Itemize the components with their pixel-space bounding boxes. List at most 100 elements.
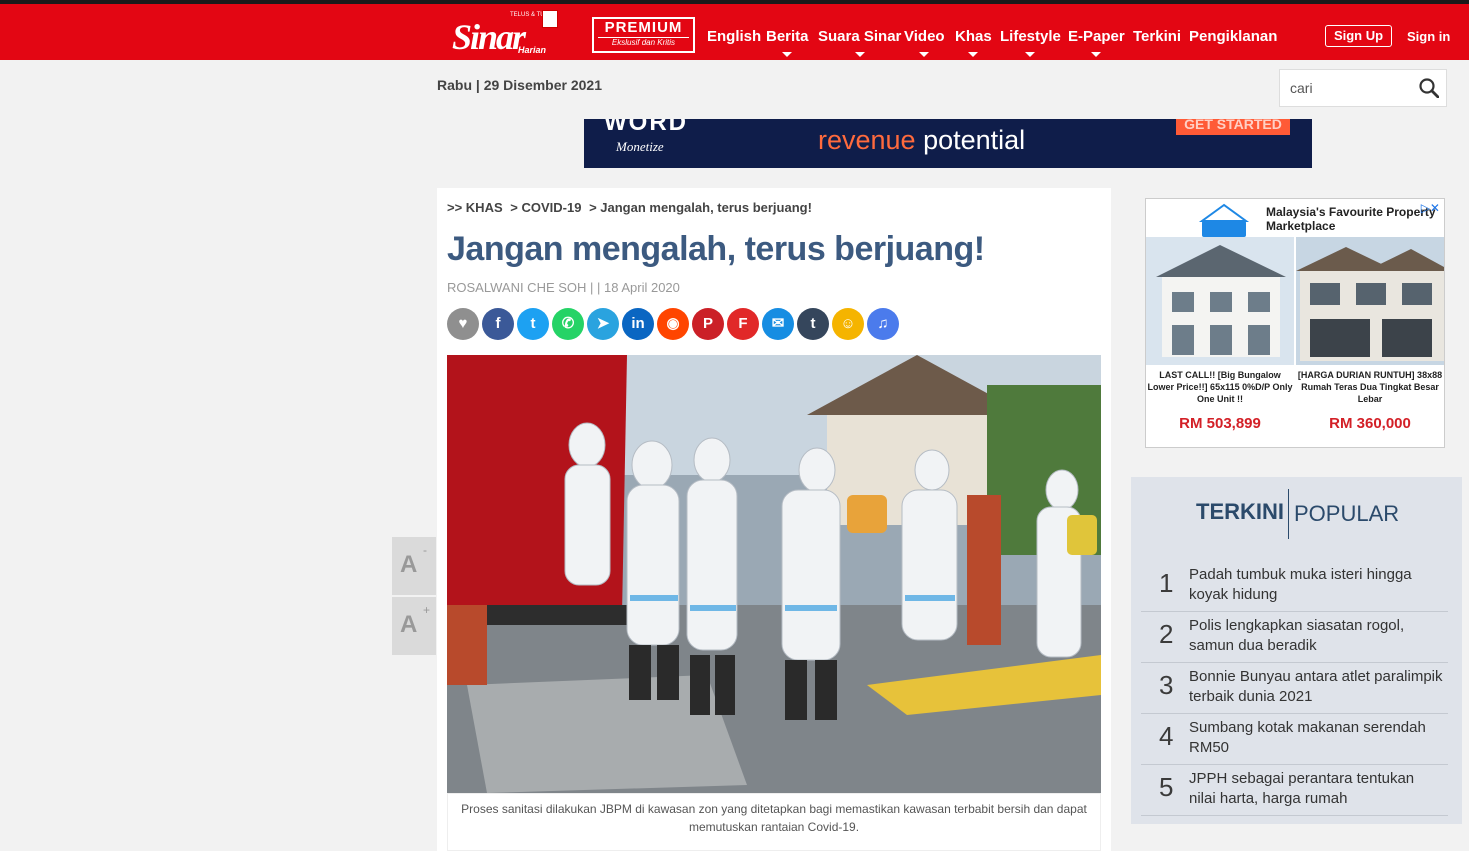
photo-illustration [447,355,1101,793]
decrease-font-sign: - [423,543,427,557]
nav-item-label: Suara Sinar [818,28,902,45]
breadcrumb: >> KHAS > COVID-19 > Jangan mengalah, te… [447,200,816,215]
breadcrumb-covid[interactable]: > COVID-19 [510,200,581,215]
article-card: >> KHAS > COVID-19 > Jangan mengalah, te… [437,188,1111,851]
email-icon[interactable]: ✉ [762,308,794,340]
article-byline: ROSALWANI CHE SOH | | 18 April 2020 [447,280,680,295]
flipboard-icon[interactable]: F [727,308,759,340]
linkedin-icon[interactable]: in [622,308,654,340]
premium-label: PREMIUM [604,19,683,36]
signup-button[interactable]: Sign Up [1325,25,1392,47]
facebook-icon[interactable]: f [482,308,514,340]
breadcrumb-khas[interactable]: >> KHAS [447,200,503,215]
sinar-harian-logo[interactable]: Sinar Harian TELUS & TULUS [452,10,560,58]
logo-sub: Harian [518,45,547,55]
trending-item[interactable]: 5 JPPH sebagai perantara tentukan nilai h… [1141,765,1448,816]
trending-headline[interactable]: Polis lengkapkan siasatan rogol, samun d… [1189,616,1444,656]
listing-2-image[interactable] [1296,237,1444,365]
banner-text-accent: revenue [818,125,916,155]
listing-1-desc[interactable]: LAST CALL!! [Big Bungalow Lower Price!!]… [1146,369,1294,405]
heart-icon[interactable]: ♥ [447,308,479,340]
search-input[interactable]: cari [1290,80,1313,96]
trending-headline[interactable]: Sumbang kotak makanan serendah RM50 [1189,718,1444,758]
nav-item-suara-sinar[interactable]: Suara Sinar [818,28,902,57]
listing-1-image[interactable] [1146,237,1294,365]
trending-headline[interactable]: Padah tumbuk muka isteri hingga koyak hi… [1189,565,1444,605]
chevron-down-icon [854,52,865,57]
premium-sub: Ekslusif dan Kritis [598,37,689,48]
side-ad-headline: Malaysia's Favourite Property Marketplac… [1266,205,1436,233]
listing-1-price[interactable]: RM 503,899 [1146,415,1294,432]
nav-item-video[interactable]: Video [904,28,945,57]
mudah-property-logo-icon [1198,203,1250,237]
premium-logo[interactable]: PREMIUM Ekslusif dan Kritis [592,17,695,53]
tumblr-icon[interactable]: t [797,308,829,340]
trending-item[interactable]: 4 Sumbang kotak makanan serendah RM50 [1141,714,1448,765]
chevron-down-icon [1025,52,1036,57]
trending-headline[interactable]: Bonnie Bunyau antara atlet paralimpik te… [1189,667,1444,707]
trending-rank: 2 [1159,619,1174,649]
banner-text: revenue potential [818,125,1025,156]
nav-item-label: Khas [955,28,992,45]
twitter-icon[interactable]: t [517,308,549,340]
increase-font-sign: + [423,603,431,617]
increase-font-button[interactable]: A + [392,597,436,655]
telegram-icon[interactable]: ➤ [587,308,619,340]
banner-ad[interactable]: WORD Monetize revenue potential GET STAR… [584,119,1312,168]
trending-item[interactable]: 1 Padah tumbuk muka isteri hingga koyak h… [1141,561,1448,612]
whatsapp-icon[interactable]: ✆ [552,308,584,340]
nav-item-label: Berita [766,28,809,45]
tab-divider [1288,489,1289,539]
trending-item[interactable]: 3 Bonnie Bunyau antara atlet paralimpik t… [1141,663,1448,714]
nav-item-label: Terkini [1133,28,1182,45]
side-ad[interactable]: Malaysia's Favourite Property Marketplac… [1145,198,1445,448]
emoji-icon[interactable]: ☺ [832,308,864,340]
trending-headline[interactable]: JPPH sebagai perantara tentukan nilai ha… [1189,769,1444,809]
decrease-font-letter: A [400,551,418,578]
nav-item-label: Lifestyle [1000,28,1061,45]
trending-rank: 5 [1159,772,1174,802]
trending-rank: 1 [1159,568,1174,598]
chevron-down-icon [782,52,793,57]
chevron-down-icon [919,52,930,57]
nav-item-label: Video [904,28,945,45]
article-title: Jangan mengalah, terus berjuang! [447,230,985,268]
increase-font-letter: A [400,611,418,638]
article-photo[interactable] [447,355,1101,793]
headphones-icon[interactable]: ♫ [867,308,899,340]
nav-item-label: Pengiklanan [1189,28,1278,45]
trending-rank: 4 [1159,721,1174,751]
nav-item-label: E-Paper [1068,28,1125,45]
tab-popular[interactable]: POPULAR [1294,501,1399,527]
ad-choices-icon[interactable]: ▷✕ [1421,201,1440,215]
nav-item-english[interactable]: English [707,28,761,45]
signin-link[interactable]: Sign in [1407,29,1450,44]
listing-2-desc[interactable]: [HARGA DURIAN RUNTUH] 38x88 Rumah Teras … [1296,369,1444,405]
listing-2-price[interactable]: RM 360,000 [1296,415,1444,432]
nav-item-lifestyle[interactable]: Lifestyle [1000,28,1061,57]
banner-brand: WORD [604,119,688,136]
logo-badge-icon [542,10,558,28]
trending-panel: TERKINI POPULAR 1 Padah tumbuk muka ister… [1131,477,1462,824]
nav-item-e-paper[interactable]: E-Paper [1068,28,1125,57]
trending-item[interactable]: 2 Polis lengkapkan siasatan rogol, samun … [1141,612,1448,663]
banner-cta-button[interactable]: GET STARTED [1176,119,1290,135]
top-navbar: Sinar Harian TELUS & TULUS PREMIUM Ekslu… [0,4,1469,60]
photo-caption: Proses sanitasi dilakukan JBPM di kawasa… [447,793,1101,851]
banner-brand-sub: Monetize [616,139,664,154]
search-box[interactable]: cari [1279,69,1447,107]
banner-text-rest: potential [915,125,1026,155]
trending-rank: 3 [1159,670,1174,700]
nav-item-label: English [707,28,762,45]
tab-terkini[interactable]: TERKINI [1196,499,1284,525]
logo-main: Sinar [452,17,526,57]
nav-item-khas[interactable]: Khas [955,28,992,57]
reddit-icon[interactable]: ◉ [657,308,689,340]
current-date: Rabu | 29 Disember 2021 [437,77,602,93]
pinterest-icon[interactable]: P [692,308,724,340]
nav-item-pengiklanan[interactable]: Pengiklanan [1189,28,1277,45]
search-icon[interactable] [1419,78,1439,98]
nav-item-berita[interactable]: Berita [766,28,809,57]
nav-item-terkini[interactable]: Terkini [1133,28,1181,45]
decrease-font-button[interactable]: A - [392,537,436,595]
